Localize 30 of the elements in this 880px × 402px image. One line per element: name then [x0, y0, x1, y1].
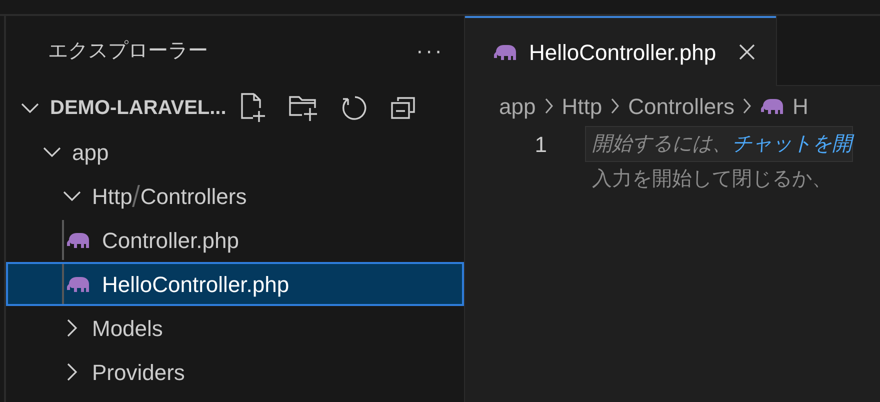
- editor-tab[interactable]: HelloController.php: [465, 16, 776, 86]
- chevron-right-icon: [610, 97, 620, 115]
- tree-item[interactable]: app: [6, 130, 464, 174]
- open-chat-link[interactable]: チャットを開: [732, 133, 852, 155]
- tree-item[interactable]: Controller.php: [6, 218, 464, 262]
- tree-item[interactable]: Providers: [6, 350, 464, 394]
- breadcrumb-item[interactable]: Controllers: [628, 90, 734, 122]
- elephant-icon: [66, 275, 90, 293]
- folder-name[interactable]: Controllers: [140, 180, 247, 212]
- collapse-all-icon[interactable]: [390, 96, 416, 120]
- project-name[interactable]: DEMO-LARAVEL...: [50, 93, 226, 123]
- breadcrumb-item[interactable]: app: [499, 90, 536, 122]
- close-icon[interactable]: [738, 43, 756, 61]
- editor-hint-text: 入力を開始して閉じるか、: [591, 167, 833, 192]
- tree-item[interactable]: HelloController.php: [6, 262, 464, 306]
- refresh-icon[interactable]: [342, 95, 368, 121]
- elephant-icon: [760, 97, 784, 115]
- elephant-icon: [66, 231, 90, 249]
- more-actions-button[interactable]: ···: [416, 40, 444, 62]
- new-file-icon[interactable]: [240, 93, 266, 123]
- folder-name[interactable]: Http: [92, 180, 132, 212]
- line-number: 1: [534, 131, 548, 159]
- chevron-right-icon: [544, 97, 554, 115]
- sidebar-title: エクスプローラー: [48, 39, 208, 64]
- elephant-icon: [493, 43, 517, 61]
- breadcrumb-item[interactable]: Http: [562, 90, 602, 122]
- tree-item[interactable]: Models: [6, 306, 464, 350]
- chevron-right-icon: [742, 97, 752, 115]
- breadcrumb-item[interactable]: H: [792, 90, 808, 122]
- editor-hint-text: 開始するには、チャットを開: [585, 126, 853, 162]
